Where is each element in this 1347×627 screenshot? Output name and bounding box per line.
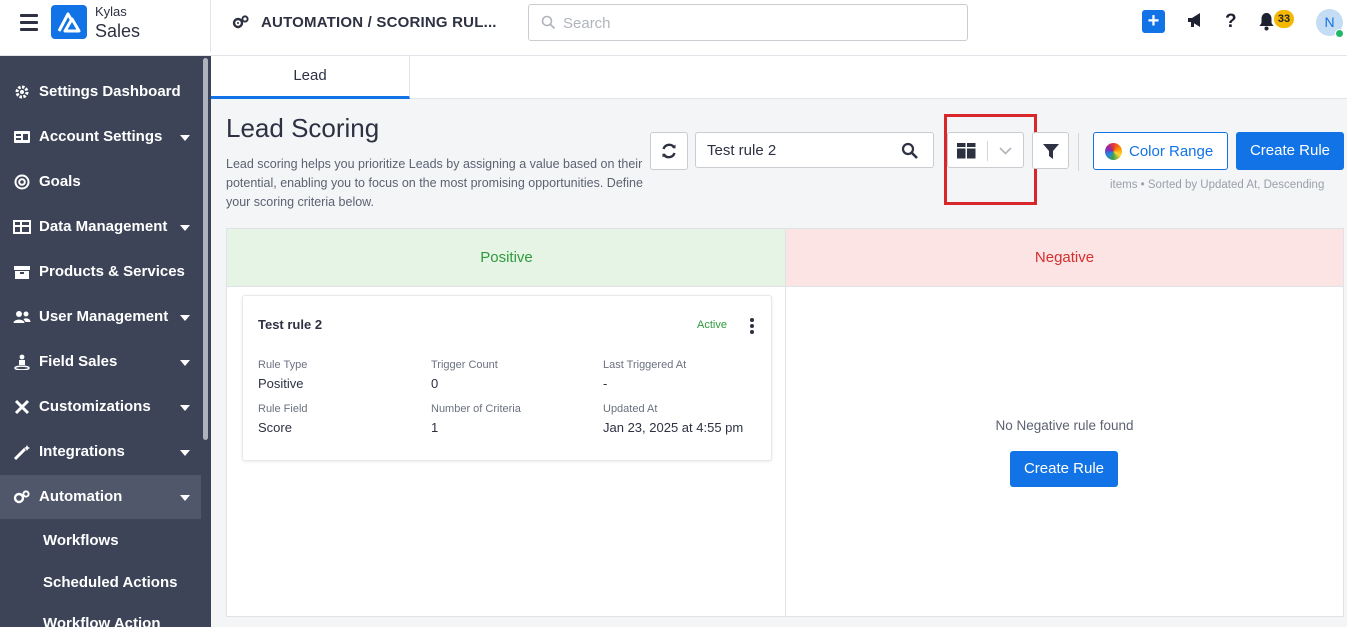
global-search[interactable] xyxy=(528,4,968,41)
field-label: Rule Field xyxy=(258,403,308,415)
box-icon xyxy=(14,266,30,279)
sidebar-item-label: Products & Services xyxy=(39,263,185,280)
field-label: Last Triggered At xyxy=(603,359,687,371)
filter-icon xyxy=(1043,144,1059,159)
tab-lead[interactable]: Lead xyxy=(211,56,410,99)
chevron-down-icon xyxy=(180,315,190,321)
brand-name: Kylas xyxy=(95,4,127,19)
gear-icon xyxy=(15,85,29,99)
users-icon xyxy=(13,311,31,323)
scoring-board: Positive Negative Test rule 2 Active Rul… xyxy=(226,228,1344,617)
chevron-down-icon xyxy=(180,495,190,501)
sidebar-item-label: Integrations xyxy=(39,443,125,460)
rule-card[interactable]: Test rule 2 Active Rule Type Positive Tr… xyxy=(242,295,772,461)
chevron-down-icon xyxy=(180,405,190,411)
highlight-annotation xyxy=(944,114,1037,205)
sidebar-item-data-management[interactable]: Data Management xyxy=(0,205,201,249)
field-label: Trigger Count xyxy=(431,359,498,371)
color-range-label: Color Range xyxy=(1129,143,1214,160)
entity-tabs: Lead xyxy=(211,56,1347,99)
help-icon[interactable]: ? xyxy=(1225,11,1237,33)
sidebar-item-label: Goals xyxy=(39,173,81,190)
field-value: Score xyxy=(258,420,292,435)
field-value: Jan 23, 2025 at 4:55 pm xyxy=(603,420,744,435)
sidebar-item-label: Customizations xyxy=(39,398,151,415)
positive-column-header: Positive xyxy=(227,229,786,287)
brand-product: Sales xyxy=(95,21,141,41)
kylas-logo-icon[interactable] xyxy=(51,5,87,39)
rule-search-field[interactable] xyxy=(695,132,934,168)
refresh-button[interactable] xyxy=(650,132,688,170)
search-icon xyxy=(541,15,556,30)
field-value: Positive xyxy=(258,376,304,391)
color-range-button[interactable]: Color Range xyxy=(1093,132,1228,170)
sidebar: Settings Dashboard Account Settings Goal… xyxy=(0,56,211,627)
rule-card-title[interactable]: Test rule 2 xyxy=(258,317,322,332)
field-label: Updated At xyxy=(603,403,658,415)
breadcrumb: AUTOMATION / SCORING RUL... xyxy=(261,14,497,31)
sidebar-item-settings-dashboard[interactable]: Settings Dashboard xyxy=(0,70,201,114)
top-bar: Kylas Sales AUTOMATION / SCORING RUL... … xyxy=(0,0,1347,56)
sidebar-subitem-scheduled-actions[interactable]: Scheduled Actions xyxy=(43,574,177,591)
megaphone-icon[interactable] xyxy=(1186,12,1204,34)
chevron-down-icon xyxy=(180,450,190,456)
tools-icon xyxy=(14,399,30,415)
filter-button[interactable] xyxy=(1032,132,1069,169)
magic-wand-icon xyxy=(13,445,30,460)
gears-icon xyxy=(13,490,30,504)
chevron-down-icon xyxy=(180,360,190,366)
rule-search-input[interactable] xyxy=(707,140,887,161)
sidebar-item-customizations[interactable]: Customizations xyxy=(0,385,201,429)
chevron-down-icon xyxy=(180,225,190,231)
hamburger-menu-icon[interactable] xyxy=(20,14,38,31)
notification-badge: 33 xyxy=(1274,10,1294,28)
online-status-dot xyxy=(1335,29,1344,38)
negative-empty-state: No Negative rule found xyxy=(995,418,1134,433)
sidebar-scrollbar[interactable] xyxy=(203,58,208,440)
sidebar-item-products-services[interactable]: Products & Services xyxy=(0,250,201,294)
search-input[interactable] xyxy=(563,12,953,34)
negative-column-header: Negative xyxy=(786,229,1343,287)
create-negative-rule-button[interactable]: Create Rule xyxy=(1010,451,1118,487)
sidebar-item-integrations[interactable]: Integrations xyxy=(0,430,201,474)
field-value: 0 xyxy=(431,376,439,391)
sidebar-subitem-workflows[interactable]: Workflows xyxy=(43,532,119,549)
sidebar-item-label: Field Sales xyxy=(39,353,118,370)
quick-add-button[interactable]: + xyxy=(1142,10,1165,33)
sidebar-item-user-management[interactable]: User Management xyxy=(0,295,201,339)
bell-icon[interactable] xyxy=(1258,12,1275,36)
field-value: 1 xyxy=(431,420,439,435)
sidebar-item-field-sales[interactable]: Field Sales xyxy=(0,340,201,384)
target-icon xyxy=(14,174,30,190)
chevron-down-icon xyxy=(180,135,190,141)
sidebar-item-goals[interactable]: Goals xyxy=(0,160,201,204)
divider xyxy=(210,0,211,52)
page-description: Lead scoring helps you prioritize Leads … xyxy=(226,157,643,209)
status-badge: Active xyxy=(697,319,727,331)
sidebar-item-automation[interactable]: Automation xyxy=(0,475,201,519)
divider xyxy=(1078,133,1079,171)
color-wheel-icon xyxy=(1105,143,1122,160)
sidebar-item-label: Automation xyxy=(39,488,123,505)
field-label: Number of Criteria xyxy=(431,403,521,415)
sidebar-item-label: Settings Dashboard xyxy=(39,83,181,100)
more-options-icon[interactable] xyxy=(750,318,754,336)
sidebar-item-label: Data Management xyxy=(39,218,168,235)
sidebar-subitem-workflow-action[interactable]: Workflow Action xyxy=(43,615,161,627)
page-title: Lead Scoring xyxy=(226,113,380,143)
sidebar-item-label: User Management xyxy=(39,308,169,325)
sidebar-item-label: Account Settings xyxy=(39,128,163,145)
sidebar-item-account-settings[interactable]: Account Settings xyxy=(0,115,201,159)
sort-info: items • Sorted by Updated At, Descending xyxy=(1110,179,1325,191)
table-icon xyxy=(13,220,31,234)
id-card-icon xyxy=(14,131,30,143)
create-rule-button[interactable]: Create Rule xyxy=(1236,132,1344,170)
field-label: Rule Type xyxy=(258,359,308,371)
gears-icon xyxy=(232,14,250,35)
field-value: - xyxy=(603,376,608,391)
person-pin-icon xyxy=(14,354,30,370)
refresh-icon xyxy=(662,143,676,159)
search-icon[interactable] xyxy=(901,142,919,160)
